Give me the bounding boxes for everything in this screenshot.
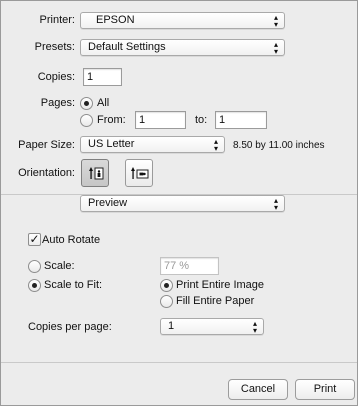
pages-from-radio[interactable] [80, 114, 93, 127]
scale-radio[interactable] [28, 260, 41, 273]
pages-label: Pages: [40, 97, 75, 109]
printer-label: Printer: [39, 14, 75, 26]
presets-label: Presets: [34, 41, 75, 53]
section-value: Preview [88, 197, 128, 209]
pages-all-label: All [97, 97, 110, 109]
print-button[interactable]: Print [295, 379, 355, 400]
paper-size-value: US Letter [88, 138, 135, 150]
pages-all-radio[interactable] [80, 97, 93, 110]
portrait-orientation-icon [89, 167, 104, 180]
fill-entire-paper-radio[interactable] [160, 295, 173, 308]
printer-value: EPSON [96, 14, 135, 26]
pages-to-label: to: [195, 114, 208, 126]
orientation-portrait-button[interactable] [81, 159, 109, 187]
scale-label: Scale: [44, 260, 75, 272]
cancel-button[interactable]: Cancel [228, 379, 288, 400]
copies-label: Copies: [37, 71, 75, 83]
copies-per-page-popup[interactable]: 1 ▴ ▾ [160, 318, 264, 335]
scale-field[interactable]: 77 % [160, 257, 219, 275]
paper-size-label: Paper Size: [18, 139, 75, 151]
auto-rotate-label: Auto Rotate [42, 234, 101, 246]
auto-rotate-checkbox[interactable]: ✓ [28, 233, 41, 246]
chevron-updown-icon: ▴ ▾ [273, 39, 278, 56]
copies-per-page-label: Copies per page: [28, 321, 112, 333]
print-dialog: Printer: EPSON ▴ ▾ Presets: Default Setti… [0, 0, 358, 406]
print-entire-image-radio[interactable] [160, 279, 173, 292]
pages-to-field[interactable]: 1 [215, 111, 267, 129]
chevron-updown-icon: ▴ ▾ [252, 318, 257, 335]
chevron-updown-icon: ▴ ▾ [213, 136, 218, 153]
scale-to-fit-label: Scale to Fit: [44, 279, 103, 291]
paper-size-popup[interactable]: US Letter ▴ ▾ [80, 136, 225, 153]
printer-popup[interactable]: EPSON ▴ ▾ [80, 12, 285, 29]
orientation-label: Orientation: [18, 167, 75, 179]
orientation-landscape-button[interactable] [125, 159, 153, 187]
print-entire-image-label: Print Entire Image [176, 279, 265, 291]
pages-from-label: From: [97, 114, 126, 126]
chevron-updown-icon: ▴ ▾ [273, 195, 278, 212]
footer-divider [1, 362, 357, 363]
presets-value: Default Settings [88, 41, 166, 53]
fill-entire-paper-label: Fill Entire Paper [176, 295, 255, 307]
presets-popup[interactable]: Default Settings ▴ ▾ [80, 39, 285, 56]
paper-size-dimensions: 8.50 by 11.00 inches [233, 140, 325, 151]
pages-from-field[interactable]: 1 [135, 111, 186, 129]
chevron-updown-icon: ▴ ▾ [273, 12, 278, 29]
landscape-orientation-icon [131, 167, 149, 179]
copies-per-page-value: 1 [168, 320, 175, 332]
scale-to-fit-radio[interactable] [28, 279, 41, 292]
section-popup[interactable]: Preview ▴ ▾ [80, 195, 285, 212]
copies-field[interactable]: 1 [83, 68, 122, 86]
